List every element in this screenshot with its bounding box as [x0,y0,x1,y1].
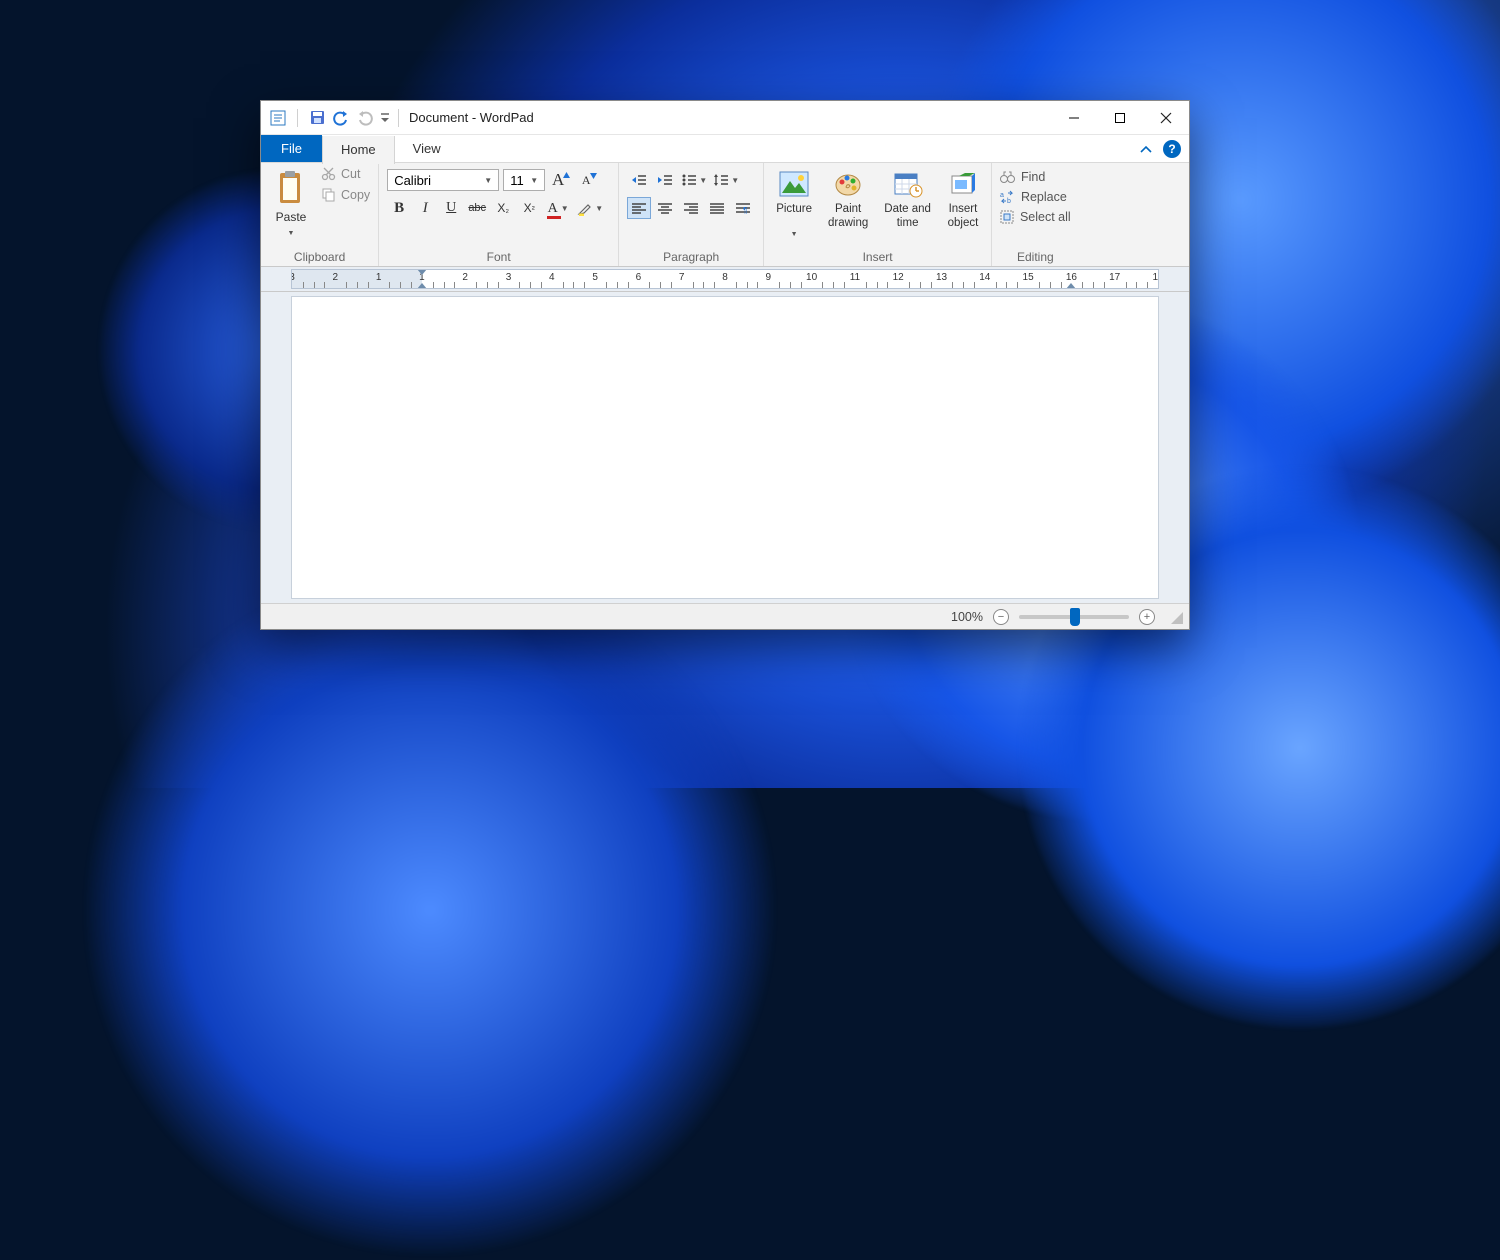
ruler-area: 321123456789101112131415161718 [261,267,1189,292]
undo-button[interactable] [330,107,352,129]
svg-text:b: b [1007,198,1011,204]
object-icon [947,168,979,200]
justify-button[interactable] [705,197,729,219]
paste-label: Paste [276,210,307,224]
insert-group-label: Insert [772,248,983,266]
font-size-value: 11 [510,173,524,188]
maximize-button[interactable] [1097,101,1143,134]
decrease-indent-button[interactable] [627,169,651,191]
group-font: Calibri ▼ 11 ▼ A A B I U [379,163,619,266]
close-button[interactable] [1143,101,1189,134]
ribbon: Paste ▼ Cut Copy [261,163,1189,267]
strikethrough-button[interactable]: abc [465,197,489,219]
font-color-button[interactable]: A ▼ [543,197,573,219]
zoom-percentage[interactable]: 100% [951,610,983,624]
document-page[interactable] [291,296,1159,599]
document-area [261,292,1189,603]
tab-view[interactable]: View [395,135,459,162]
status-bar: 100% − + [261,603,1189,629]
bold-button[interactable]: B [387,197,411,219]
save-button[interactable] [306,107,328,129]
paste-button[interactable]: Paste ▼ [269,166,313,238]
app-icon [267,107,289,129]
clipboard-group-label: Clipboard [269,248,370,266]
group-editing: Find ab Replace Select all [992,163,1079,266]
align-right-button[interactable] [679,197,703,219]
picture-icon [778,168,810,200]
ribbon-tabs: File Home View ? [261,135,1189,163]
svg-text:¶: ¶ [743,206,747,215]
resize-grip[interactable] [1169,610,1183,624]
hanging-indent-marker[interactable] [417,283,427,289]
insert-date-time-label: Date and time [884,202,931,231]
calendar-clock-icon [892,168,924,200]
insert-date-time-button[interactable]: Date and time [880,166,935,231]
shrink-font-button[interactable]: A [577,169,601,191]
font-name-value: Calibri [394,173,431,188]
zoom-slider-thumb[interactable] [1070,608,1080,626]
subscript-button[interactable]: X [491,197,515,219]
align-left-button[interactable] [627,197,651,219]
italic-button[interactable]: I [413,197,437,219]
first-line-indent-marker[interactable] [417,269,427,275]
insert-object-button[interactable]: Insert object [943,166,983,231]
paste-icon [274,168,308,208]
group-paragraph: ▼ ▼ [619,163,764,266]
font-group-label: Font [387,248,610,266]
collapse-ribbon-button[interactable] [1139,144,1153,154]
paragraph-group-label: Paragraph [627,248,755,266]
help-button[interactable]: ? [1163,140,1181,158]
paragraph-dialog-button[interactable]: ¶ [731,197,755,219]
text-highlight-button[interactable]: ▼ [575,197,605,219]
find-label: Find [1021,170,1045,184]
window-title: Document - WordPad [409,110,534,125]
insert-paint-label: Paint drawing [828,202,868,231]
group-insert: Picture▼ Paint drawing Date and time [764,163,992,266]
zoom-in-button[interactable]: + [1139,609,1155,625]
copy-button[interactable]: Copy [321,187,370,202]
title-bar[interactable]: Document - WordPad [261,101,1189,135]
select-all-button[interactable]: Select all [1000,210,1071,224]
underline-button[interactable]: U [439,197,463,219]
tab-file[interactable]: File [261,135,322,162]
select-all-label: Select all [1020,210,1071,224]
zoom-slider[interactable] [1019,615,1129,619]
wordpad-window: Document - WordPad File Home View ? [260,100,1190,630]
scissors-icon [321,166,336,181]
minimize-button[interactable] [1051,101,1097,134]
highlighter-icon [577,201,592,216]
select-all-icon [1000,210,1014,224]
replace-icon: ab [1000,190,1015,204]
svg-text:a: a [1000,192,1004,199]
tab-home[interactable]: Home [322,136,395,164]
insert-paint-drawing-button[interactable]: Paint drawing [824,166,872,231]
group-clipboard: Paste ▼ Cut Copy [261,163,379,266]
find-button[interactable]: Find [1000,170,1071,184]
replace-button[interactable]: ab Replace [1000,190,1071,204]
font-size-select[interactable]: 11 ▼ [503,169,545,191]
cut-label: Cut [341,167,360,181]
paint-icon [832,168,864,200]
copy-icon [321,187,336,202]
binoculars-icon [1000,170,1015,184]
align-center-button[interactable] [653,197,677,219]
line-spacing-button[interactable]: ▼ [711,169,741,191]
cut-button[interactable]: Cut [321,166,370,181]
insert-picture-label: Picture [776,202,812,216]
redo-button[interactable] [354,107,376,129]
right-indent-marker[interactable] [1066,283,1076,289]
editing-group-label: Editing [1000,248,1071,266]
zoom-out-button[interactable]: − [993,609,1009,625]
increase-indent-button[interactable] [653,169,677,191]
superscript-button[interactable]: X [517,197,541,219]
font-name-select[interactable]: Calibri ▼ [387,169,499,191]
insert-object-label: Insert object [948,202,979,231]
bullet-list-button[interactable]: ▼ [679,169,709,191]
copy-label: Copy [341,188,370,202]
insert-picture-button[interactable]: Picture▼ [772,166,816,240]
grow-font-button[interactable]: A [549,169,573,191]
qat-customize-dropdown[interactable] [378,107,392,129]
replace-label: Replace [1021,190,1067,204]
horizontal-ruler[interactable]: 321123456789101112131415161718 [291,269,1159,289]
